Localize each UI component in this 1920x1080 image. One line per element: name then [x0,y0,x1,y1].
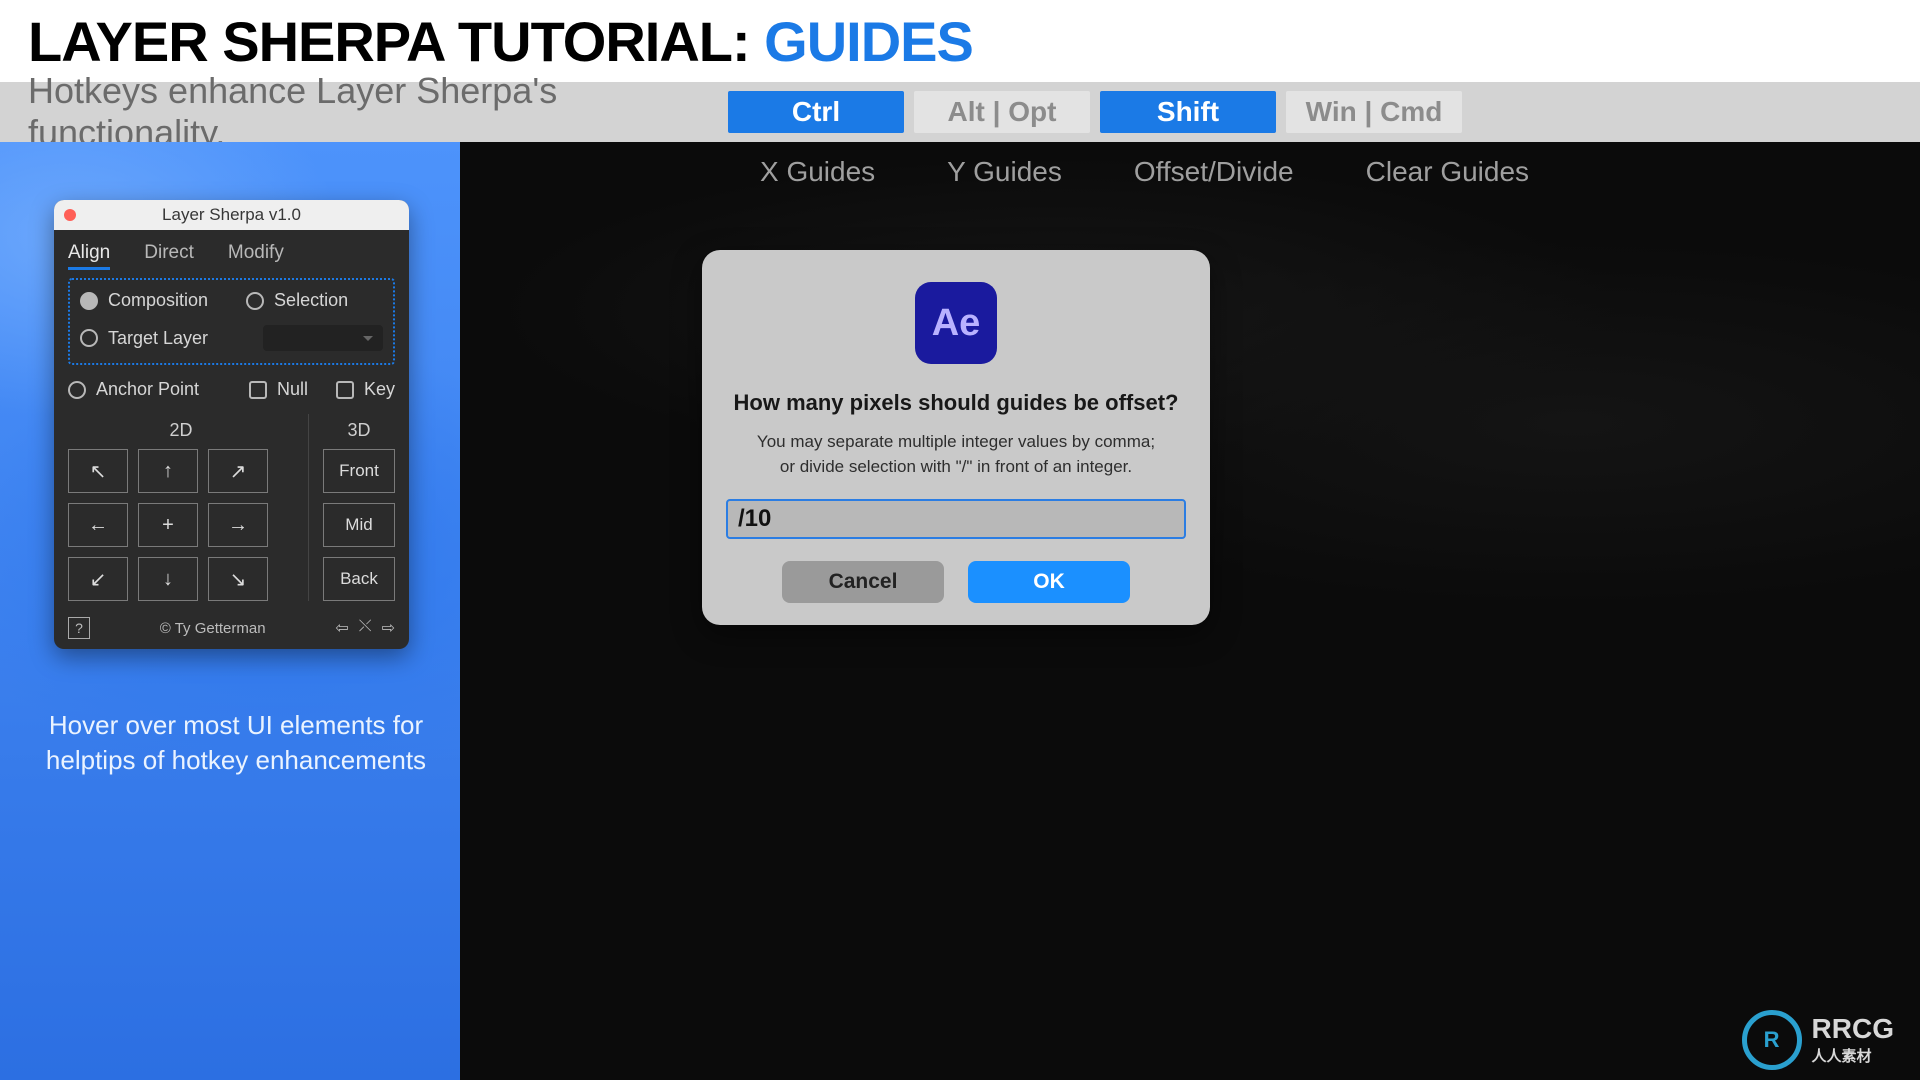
plugin-titlebar[interactable]: Layer Sherpa v1.0 [54,200,409,230]
dialog-subtitle: You may separate multiple integer values… [726,430,1186,479]
menu-clear-guides[interactable]: Clear Guides [1366,156,1529,188]
null-label: Null [277,379,308,400]
watermark-sub: 人人素材 [1812,1045,1894,1066]
radio-selection[interactable] [246,292,264,310]
watermark: R RRCG 人人素材 [1742,1010,1894,1070]
hint-line1: Hover over most UI elements for [36,708,436,743]
hotkey-ctrl[interactable]: Ctrl [728,91,904,133]
radio-anchor-point[interactable] [68,381,86,399]
menu-offset-divide[interactable]: Offset/Divide [1134,156,1294,188]
align-w[interactable]: ← [68,503,128,547]
options-row: Anchor Point Null Key [68,379,395,400]
hotkey-strip: Hotkeys enhance Layer Sherpa's functiona… [0,82,1920,142]
align-front[interactable]: Front [323,449,395,493]
nav-next-icon[interactable]: ⇨ [382,618,395,638]
nav-prev-icon[interactable]: ⇦ [335,618,348,638]
plugin-window: Layer Sherpa v1.0 Align Direct Modify Co… [54,200,409,649]
target-layer-dropdown[interactable] [263,325,383,351]
hotkey-cmd[interactable]: Win | Cmd [1286,91,1462,133]
align-se[interactable]: ↘ [208,557,268,601]
align-n[interactable]: ↑ [138,449,198,493]
col-3d-label: 3D [323,420,395,441]
align-nw[interactable]: ↖ [68,449,128,493]
hotkey-alt[interactable]: Alt | Opt [914,91,1090,133]
radio-selection-label: Selection [274,290,348,311]
radio-composition[interactable] [80,292,98,310]
checkbox-key[interactable] [336,381,354,399]
radio-group: Composition Selection Target Layer [68,278,395,365]
tab-modify[interactable]: Modify [228,242,284,264]
tab-align[interactable]: Align [68,242,110,264]
align-s[interactable]: ↓ [138,557,198,601]
align-mid[interactable]: Mid [323,503,395,547]
align-ne[interactable]: ↗ [208,449,268,493]
menu-y-guides[interactable]: Y Guides [947,156,1062,188]
hint-text: Hover over most UI elements for helptips… [36,708,436,778]
body-dark: Layer Sherpa v1.0 Align Direct Modify Co… [0,142,1920,1080]
ok-button[interactable]: OK [968,561,1130,603]
plugin-title: Layer Sherpa v1.0 [54,205,409,225]
guides-menu: X Guides Y Guides Offset/Divide Clear Gu… [760,156,1890,188]
checkbox-null[interactable] [249,381,267,399]
cancel-button[interactable]: Cancel [782,561,944,603]
col-2d-label: 2D [68,420,294,441]
radio-target-layer[interactable] [80,329,98,347]
dialog-title: How many pixels should guides be offset? [726,390,1186,416]
align-c[interactable]: + [138,503,198,547]
menu-x-guides[interactable]: X Guides [760,156,875,188]
col-2d: 2D ↖ ↑ ↗ ← + → ↙ ↓ ↘ [68,414,309,601]
align-e[interactable]: → [208,503,268,547]
offset-input[interactable] [726,499,1186,539]
hotkey-buttons: Ctrl Alt | Opt Shift Win | Cmd [728,91,1462,133]
copyright: © Ty Getterman [100,620,325,637]
watermark-text: RRCG [1812,1015,1894,1043]
plugin-footer: ? © Ty Getterman ⇦ ⤬ ⇨ [68,617,395,639]
help-button[interactable]: ? [68,617,90,639]
title-part1: LAYER SHERPA TUTORIAL: [28,10,764,73]
hotkey-shift[interactable]: Shift [1100,91,1276,133]
anchor-point-label: Anchor Point [96,379,199,400]
key-label: Key [364,379,395,400]
plugin-tabs: Align Direct Modify [68,242,395,264]
tab-direct[interactable]: Direct [144,242,194,264]
nav-close-icon[interactable]: ⤬ [359,618,372,638]
align-back[interactable]: Back [323,557,395,601]
radio-target-layer-label: Target Layer [108,328,208,349]
radio-composition-label: Composition [108,290,208,311]
blue-pane: Layer Sherpa v1.0 Align Direct Modify Co… [0,142,460,1080]
title-part2: GUIDES [764,10,973,73]
hint-line2: helptips of hotkey enhancements [36,743,436,778]
align-sw[interactable]: ↙ [68,557,128,601]
offset-dialog: Ae How many pixels should guides be offs… [702,250,1210,625]
col-3d: 3D Front Mid Back [309,414,395,601]
watermark-icon: R [1742,1010,1802,1070]
ae-icon: Ae [915,282,997,364]
